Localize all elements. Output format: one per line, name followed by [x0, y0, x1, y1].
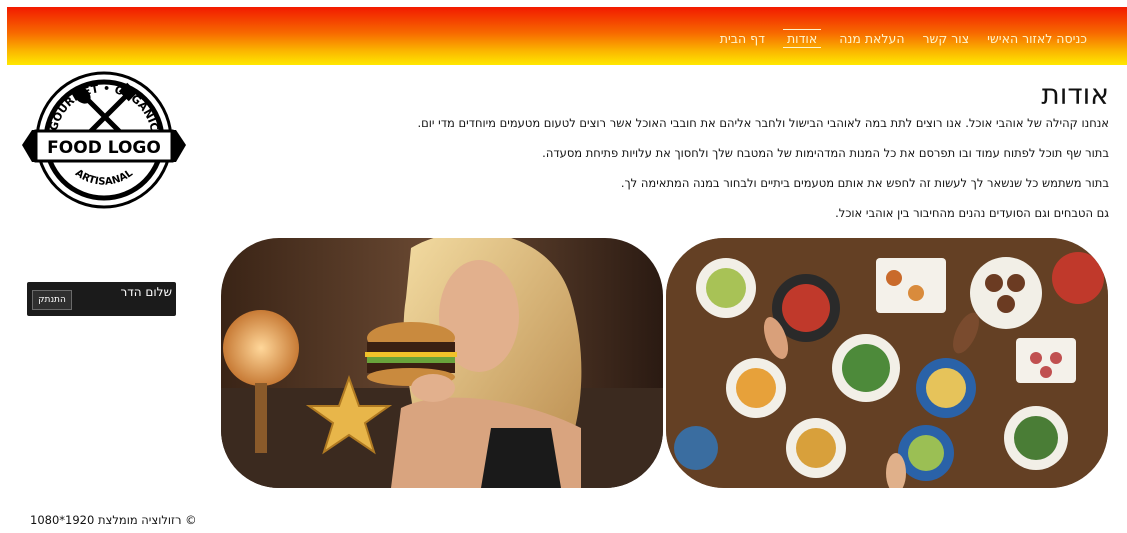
- food-table-photo: [666, 238, 1108, 488]
- burger-photo: [221, 238, 663, 488]
- user-greeting-box: שלום הדר התנתק: [27, 282, 176, 316]
- nav-item-home[interactable]: דף הבית: [720, 29, 765, 48]
- about-section: אודות אנחנו קהילה של אוהבי אוכל. אנו רוצ…: [289, 78, 1109, 235]
- footer-resolution-note: © רזולוציה מומלצת 1920*1080: [30, 513, 197, 527]
- nav-item-contact[interactable]: צור קשר: [923, 29, 970, 48]
- page-title: אודות: [1041, 78, 1109, 111]
- about-paragraph: אנחנו קהילה של אוהבי אוכל. אנו רוצים לתת…: [417, 116, 1109, 130]
- user-greeting: שלום הדר: [120, 285, 172, 299]
- nav-menu: דף הבית אודות העלאת מנה צור קשר כניסה לא…: [720, 29, 1087, 48]
- logo-main-text: FOOD LOGO: [47, 138, 161, 158]
- about-paragraph: בתור משתמש כל שנשאר לך לעשות זה לחפש את …: [620, 176, 1109, 190]
- food-logo: GOURMET • ORGANIC FOOD LOGO ARTISANAL: [20, 68, 188, 210]
- page: דף הבית אודות העלאת מנה צור קשר כניסה לא…: [0, 0, 1127, 533]
- logout-button[interactable]: התנתק: [32, 290, 72, 310]
- top-nav-bar: דף הבית אודות העלאת מנה צור קשר כניסה לא…: [7, 7, 1127, 65]
- nav-item-personal-area[interactable]: כניסה לאזור האישי: [987, 29, 1087, 48]
- nav-item-upload-dish[interactable]: העלאת מנה: [839, 29, 904, 48]
- about-paragraph: גם הטבחים וגם הסועדים נהנים מהחיבור בין …: [835, 206, 1109, 220]
- nav-item-about[interactable]: אודות: [782, 29, 822, 48]
- about-paragraph: בתור שף תוכל לפתוח עמוד ובו תפרסם את כל …: [542, 146, 1109, 160]
